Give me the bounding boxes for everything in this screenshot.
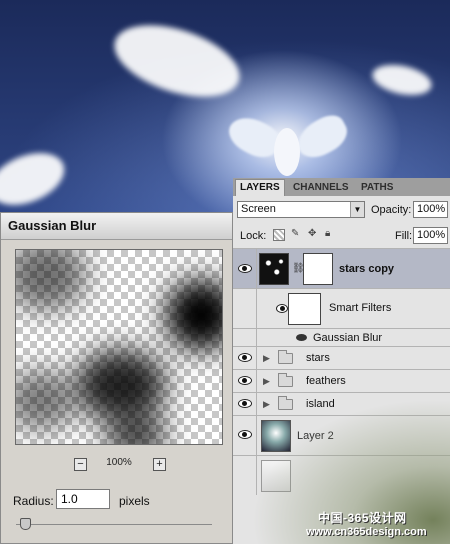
layer-row-layer-2[interactable]: Layer 2 <box>233 415 450 455</box>
tab-paths[interactable]: PATHS <box>357 180 397 196</box>
expand-triangle-icon[interactable]: ▶ <box>263 376 270 387</box>
layer-name: Layer 2 <box>297 430 334 442</box>
watermark-url: www.cn365design.com <box>306 526 427 538</box>
layer-name: island <box>306 398 335 410</box>
eye-icon[interactable] <box>238 264 252 273</box>
eye-icon[interactable] <box>238 376 252 385</box>
layer-name: Gaussian Blur <box>313 332 383 344</box>
folder-icon <box>278 396 293 410</box>
zoom-out-button[interactable]: − <box>74 458 87 471</box>
dove-body <box>274 128 300 176</box>
chevron-down-icon[interactable]: ▼ <box>350 202 364 217</box>
folder-icon <box>278 373 293 387</box>
blend-mode-select[interactable]: Screen ▼ <box>237 201 365 218</box>
preview-shadow <box>16 370 76 430</box>
zoom-level: 100% <box>106 457 132 468</box>
lock-label: Lock: <box>240 230 267 242</box>
blur-preview[interactable] <box>15 249 223 445</box>
radius-unit: pixels <box>119 494 150 508</box>
lock-all-icon[interactable]: 🔒︎ <box>325 229 335 239</box>
expand-triangle-icon[interactable]: ▶ <box>263 353 270 364</box>
tab-layers[interactable]: LAYERS <box>235 179 285 196</box>
panel-tabs: LAYERS CHANNELS PATHS <box>233 178 450 196</box>
radius-label: Radius: <box>13 494 54 508</box>
opacity-field[interactable]: 100% <box>413 201 448 218</box>
layer-thumbnail <box>261 420 291 452</box>
feather-cloud <box>0 143 72 215</box>
layer-name: Smart Filters <box>329 302 392 314</box>
layer-row-stars-copy[interactable]: ⛓ stars copy <box>233 248 450 288</box>
radius-slider-track[interactable] <box>16 524 212 525</box>
dove-image <box>223 106 353 186</box>
opacity-label: Opacity: <box>371 204 412 216</box>
layer-row-feathers[interactable]: ▶ feathers <box>233 369 450 392</box>
eye-icon[interactable] <box>276 304 288 313</box>
fill-field[interactable]: 100% <box>413 227 448 244</box>
layer-name: feathers <box>306 375 346 387</box>
watermark: 中国-365设计网 <box>318 511 407 525</box>
visibility-gutter <box>233 329 257 346</box>
layer-row-island[interactable]: ▶ island <box>233 392 450 415</box>
radius-slider-thumb[interactable] <box>20 518 32 530</box>
preview-shadow <box>76 350 166 420</box>
lock-transparency-icon[interactable] <box>273 229 285 241</box>
dialog-title[interactable]: Gaussian Blur <box>1 213 232 240</box>
visibility-gutter <box>233 289 257 328</box>
fill-label: Fill: <box>395 230 413 242</box>
feather-cloud <box>105 11 249 111</box>
visibility-gutter <box>233 456 257 495</box>
eye-icon[interactable] <box>238 399 252 408</box>
layer-row[interactable] <box>233 455 450 495</box>
folder-icon <box>278 350 293 364</box>
smart-filter-thumbnail <box>288 293 321 325</box>
preview-shadow <box>16 250 86 310</box>
layer-row-stars[interactable]: ▶ stars <box>233 346 450 369</box>
zoom-controls: − 100% + <box>1 457 234 473</box>
eye-icon[interactable] <box>296 334 307 341</box>
expand-triangle-icon[interactable]: ▶ <box>263 399 270 410</box>
dove-wing <box>291 109 353 165</box>
preview-shadow <box>166 280 222 350</box>
mask-thumbnail[interactable] <box>303 253 333 285</box>
lock-move-icon[interactable]: ✥ <box>308 229 318 239</box>
eye-icon[interactable] <box>238 430 252 439</box>
radius-input[interactable] <box>56 489 110 509</box>
tab-channels[interactable]: CHANNELS <box>289 180 353 196</box>
layers-panel: LAYERS CHANNELS PATHS Screen ▼ Opacity: … <box>233 178 450 544</box>
lock-brush-icon[interactable]: ✎ <box>291 229 301 239</box>
layer-name: stars <box>306 352 330 364</box>
layer-row-smart-filters[interactable]: Smart Filters <box>233 288 450 328</box>
feather-cloud <box>369 60 435 100</box>
layer-name: stars copy <box>339 263 395 275</box>
eye-icon[interactable] <box>238 353 252 362</box>
layer-thumbnail <box>261 460 291 492</box>
blend-mode-value: Screen <box>241 203 276 215</box>
zoom-in-button[interactable]: + <box>153 458 166 471</box>
layer-thumbnail <box>259 253 289 285</box>
layer-row-gaussian-blur[interactable]: Gaussian Blur <box>233 328 450 346</box>
